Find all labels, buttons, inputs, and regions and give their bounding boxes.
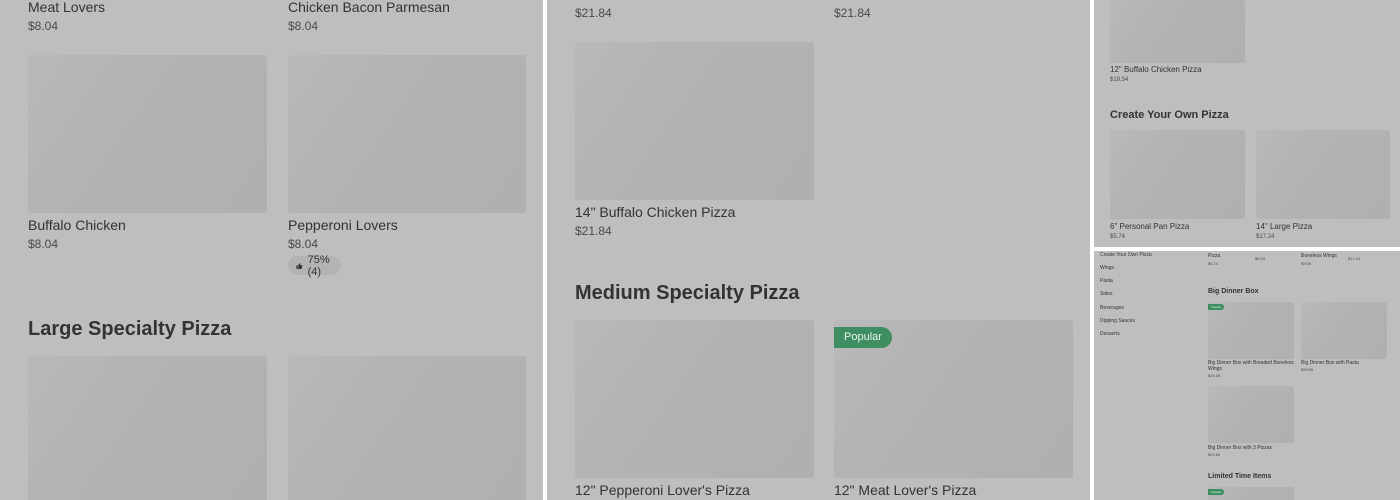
nav-item-wings[interactable]: Wings — [1100, 265, 1114, 271]
popular-badge: Popular — [834, 327, 892, 348]
item-price: $19.54 — [1110, 77, 1129, 83]
item-name: Pizza — [1208, 253, 1221, 259]
item-name: Chicken Bacon Parmesan — [288, 0, 450, 15]
item-name: Big Dinner Box with Breaded Boneless Win… — [1208, 360, 1294, 372]
item-name: 14" Large Pizza — [1256, 222, 1313, 231]
item-name: Big Dinner Box with 3 Pizzas — [1208, 445, 1272, 451]
nav-item-desserts[interactable]: Desserts — [1100, 331, 1120, 337]
item-name: Pepperoni Lovers — [288, 217, 398, 233]
nav-item-create-your-own-pizza[interactable]: Create Your Own Pizza — [1100, 252, 1152, 258]
item-image — [28, 55, 267, 213]
item-name: Buffalo Chicken — [28, 217, 126, 233]
item-price: $5.74 — [1208, 261, 1219, 266]
item-price: $21.84 — [575, 6, 612, 20]
nav-item-beverages[interactable]: Beverages — [1100, 305, 1124, 311]
item-price: $9.04 — [1255, 256, 1266, 261]
item-price: $21.84 — [834, 6, 871, 20]
item-price: $29.65 — [1208, 373, 1221, 378]
item-name: Big Dinner Box with Pasta — [1301, 360, 1359, 366]
popular-badge: Popular — [1208, 304, 1225, 310]
item-image — [1110, 130, 1245, 219]
item-name: 14" Buffalo Chicken Pizza — [575, 204, 736, 220]
item-name: 12" Meat Lover's Pizza — [834, 482, 977, 498]
item-price: $8.04 — [288, 19, 319, 33]
item-price: $8.04 — [28, 237, 59, 251]
item-image — [1110, 0, 1245, 63]
item-image — [1256, 130, 1390, 219]
rating-badge: 75% (4) — [288, 253, 342, 278]
item-price: $8.04 — [28, 19, 59, 33]
item-image — [1301, 302, 1387, 359]
item-name: Boneless Wings — [1301, 253, 1337, 259]
item-name: 12" Buffalo Chicken Pizza — [1110, 65, 1202, 74]
menu-panel-3: 12" Buffalo Chicken Pizza $19.54 Create … — [1094, 0, 1400, 247]
item-image — [288, 55, 526, 213]
item-image[interactable] — [28, 356, 267, 500]
section-title-create-your-own: Create Your Own Pizza — [1110, 109, 1229, 121]
item-image — [1208, 302, 1294, 359]
item-name: Meat Lovers — [28, 0, 106, 15]
item-price: $21.84 — [575, 224, 612, 238]
item-name: 12" Pepperoni Lover's Pizza — [575, 482, 750, 498]
item-price: $29.65 — [1208, 452, 1221, 457]
item-price: $17.24 — [1348, 256, 1361, 261]
menu-panel-1: Meat Lovers $8.04 Chicken Bacon Parmesan… — [0, 0, 543, 500]
section-title-medium-specialty: Medium Specialty Pizza — [575, 282, 800, 304]
rating-text: 75% (4) — [307, 253, 330, 278]
item-image — [575, 42, 814, 200]
section-title-large-specialty: Large Specialty Pizza — [28, 318, 232, 340]
item-price: $9.59 — [1301, 261, 1312, 266]
nav-item-dipping-sauces[interactable]: Dipping Sauces — [1100, 318, 1135, 324]
item-price: $29.65 — [1301, 367, 1314, 372]
item-image — [575, 320, 814, 478]
item-image[interactable] — [288, 356, 526, 500]
item-image — [1208, 386, 1294, 443]
item-name: 6" Personal Pan Pizza — [1110, 222, 1190, 231]
item-price: $17.24 — [1256, 234, 1275, 240]
popular-badge: Popular — [1208, 489, 1225, 495]
nav-item-pasta[interactable]: Pasta — [1100, 278, 1113, 284]
menu-panel-2: $21.84 $21.84 14" Buffalo Chicken Pizza … — [547, 0, 1090, 500]
section-title-big-dinner-box: Big Dinner Box — [1208, 288, 1259, 295]
item-price: $8.04 — [288, 237, 319, 251]
section-title-limited-time: Limited Time Items — [1208, 473, 1272, 480]
thumbs-up-icon — [296, 262, 303, 269]
item-price: $5.74 — [1110, 234, 1126, 240]
nav-item-sides[interactable]: Sides — [1100, 291, 1113, 297]
menu-panel-4: Create Your Own Pizza Wings Pasta Sides … — [1094, 251, 1400, 500]
